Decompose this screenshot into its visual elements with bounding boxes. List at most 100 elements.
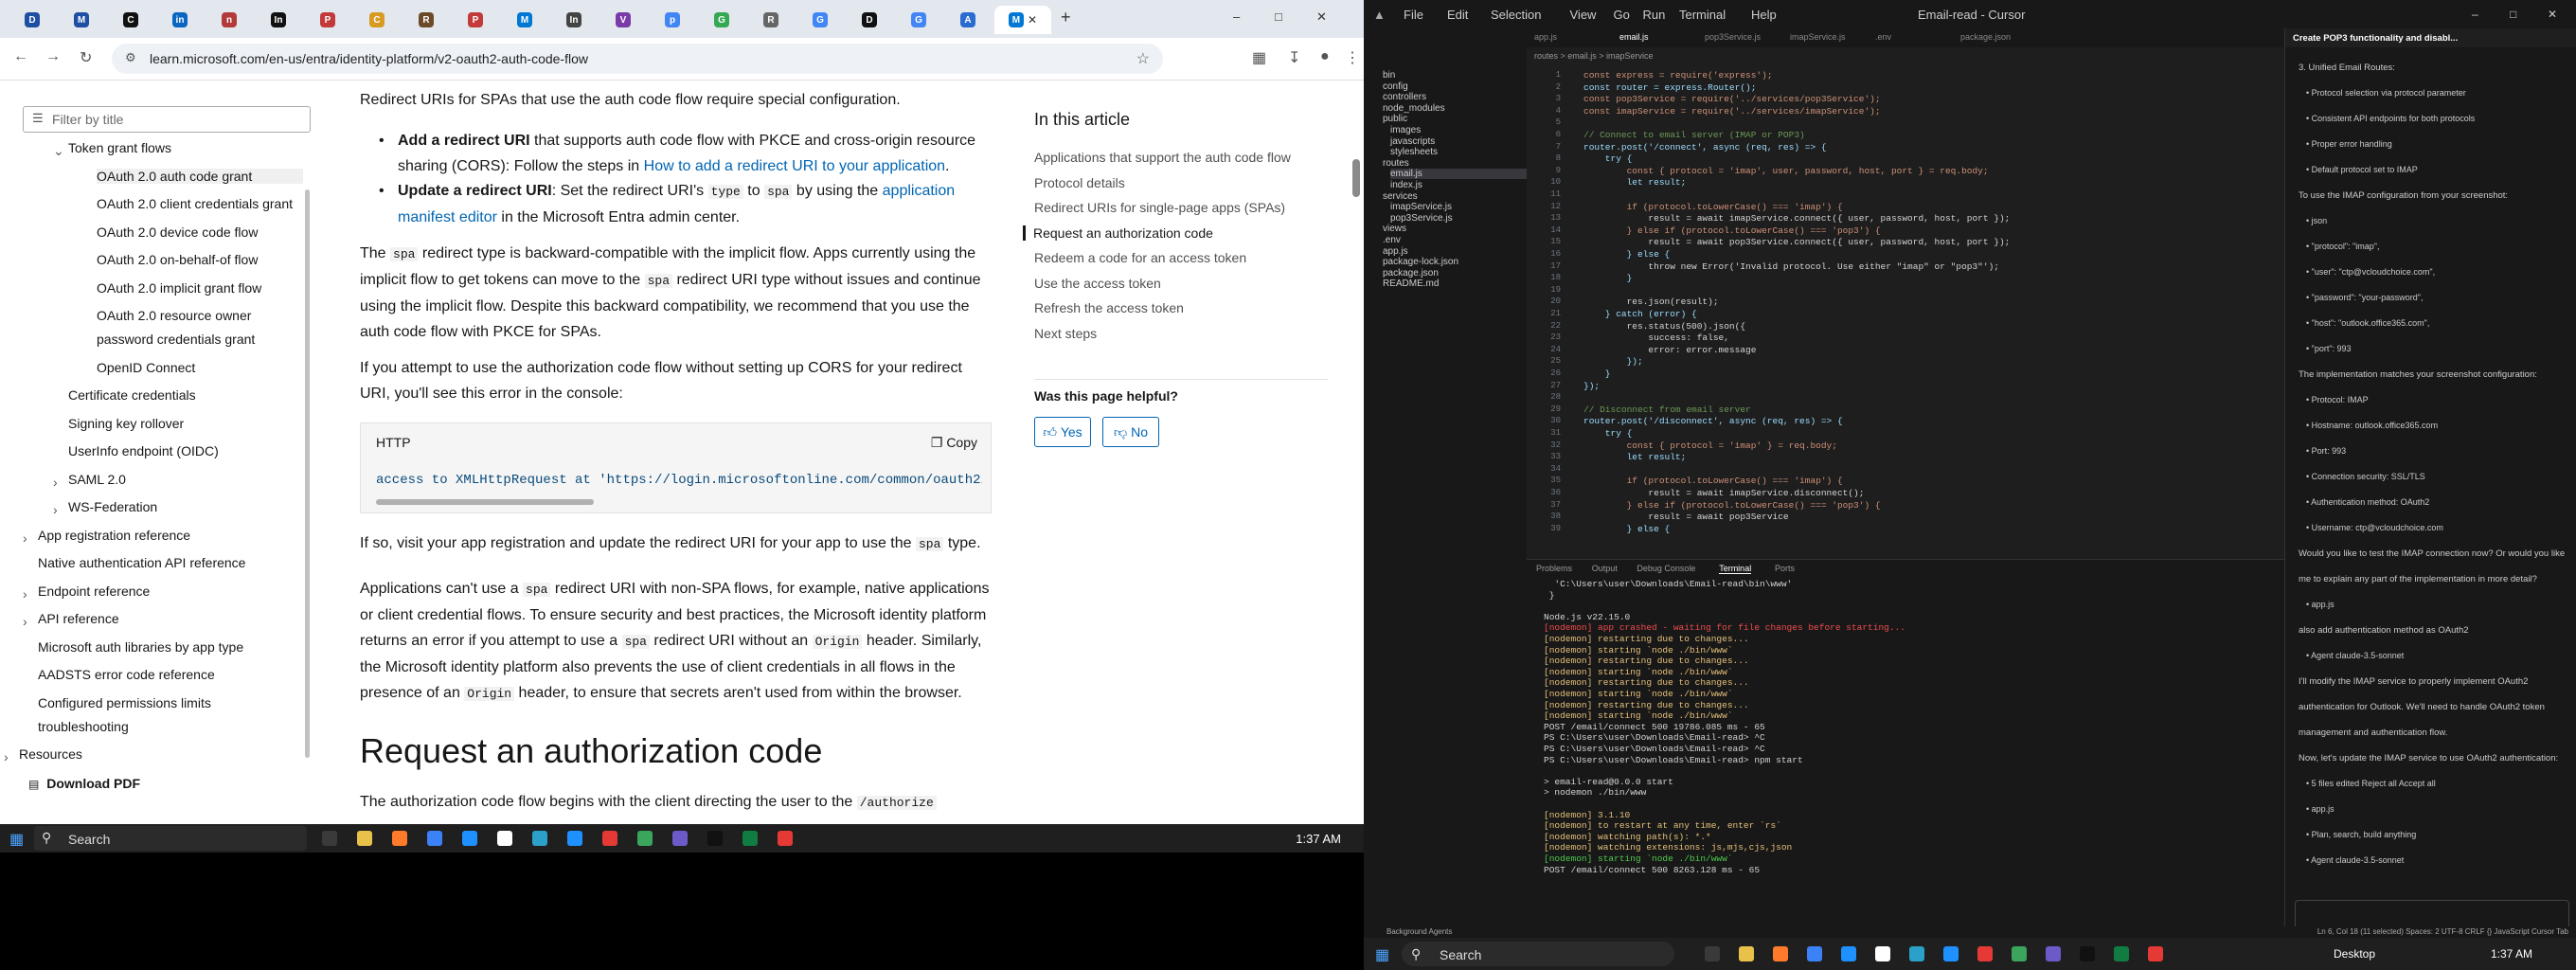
nav-item[interactable]: Resources	[19, 746, 82, 762]
chevron-right-icon[interactable]: ›	[23, 614, 27, 629]
browser-tab[interactable]: R	[748, 6, 794, 34]
toc-link[interactable]: Refresh the access token	[1034, 300, 1184, 315]
forward-icon[interactable]: →	[45, 48, 61, 65]
nav-item[interactable]: Token grant flows	[68, 140, 171, 155]
minimize-icon[interactable]: –	[1233, 9, 1240, 24]
editor-tab[interactable]: email.js	[1619, 32, 1649, 42]
nav-item[interactable]: API reference	[38, 611, 119, 626]
nav-item[interactable]: Signing key rollover	[68, 416, 184, 431]
code-line[interactable]: error: error.message	[1583, 345, 1756, 355]
code-line[interactable]: } catch (error) {	[1583, 309, 1697, 319]
toc-link[interactable]: Next steps	[1034, 326, 1097, 341]
explorer-item[interactable]: index.js	[1390, 180, 1422, 190]
code-line[interactable]: throw new Error('Invalid protocol. Use e…	[1583, 261, 1999, 272]
taskbar-app-icon[interactable]	[2148, 946, 2163, 961]
panel-tab[interactable]: Problems	[1536, 564, 1572, 573]
explorer-item[interactable]: package.json	[1383, 268, 1439, 278]
code-line[interactable]: } else if (protocol.toLowerCase() === 'p…	[1583, 225, 1881, 236]
taskbar-app-icon[interactable]	[392, 831, 407, 846]
explorer-item[interactable]: javascripts	[1390, 136, 1435, 147]
toc-link[interactable]: Redirect URIs for single-page apps (SPAs…	[1034, 200, 1285, 215]
code-line[interactable]: }	[1583, 273, 1633, 283]
nav-item[interactable]: Certificate credentials	[68, 387, 196, 403]
browser-tab[interactable]: n	[206, 6, 252, 34]
code-line[interactable]: // Disconnect from email server	[1583, 404, 1751, 415]
sidebar-scrollbar[interactable]	[305, 189, 310, 758]
taskbar-app-icon[interactable]	[742, 831, 758, 846]
code-line[interactable]: try {	[1583, 428, 1633, 439]
reload-icon[interactable]: ↻	[80, 48, 92, 67]
taskbar-app-icon[interactable]	[1909, 946, 1924, 961]
explorer-item[interactable]: email.js	[1390, 169, 1532, 180]
code-line[interactable]: res.status(500).json({	[1583, 321, 1745, 332]
explorer-item[interactable]: app.js	[1383, 246, 1408, 257]
code-line[interactable]: // Connect to email server (IMAP or POP3…	[1583, 130, 1805, 140]
explorer-item[interactable]: config	[1383, 81, 1408, 92]
browser-tab[interactable]: M ✕	[994, 6, 1051, 34]
browser-tab[interactable]: P	[453, 6, 498, 34]
close-icon[interactable]: ✕	[2548, 8, 2557, 21]
chevron-right-icon[interactable]: ›	[23, 530, 27, 546]
maximize-icon[interactable]: □	[1275, 9, 1282, 24]
minimize-icon[interactable]: –	[2472, 8, 2478, 21]
code-editor[interactable]: 1 const express = require('express'); 2 con…	[1527, 63, 2313, 555]
back-icon[interactable]: ←	[13, 48, 28, 65]
taskbar-app-icon[interactable]	[602, 831, 617, 846]
chevron-right-icon[interactable]: ›	[23, 586, 27, 602]
panel-tab[interactable]: Ports	[1775, 564, 1795, 573]
download-pdf-link[interactable]: ▤ Download PDF	[28, 776, 140, 791]
explorer-item[interactable]: package-lock.json	[1383, 257, 1458, 267]
code-line[interactable]: } else if (protocol.toLowerCase() === 'p…	[1583, 500, 1881, 511]
site-info-icon[interactable]: ⚙	[125, 50, 136, 65]
menu-item[interactable]: Selection	[1491, 8, 1541, 22]
browser-tab[interactable]: In	[256, 6, 301, 34]
taskbar-app-icon[interactable]	[1807, 946, 1822, 961]
taskbar-app-icon[interactable]	[427, 831, 442, 846]
taskbar-app-icon[interactable]	[1705, 946, 1720, 961]
taskbar-search[interactable]: ⚲ Search	[1402, 942, 1674, 966]
code-line[interactable]: result = await imapService.connect({ use…	[1583, 213, 2010, 224]
code-line[interactable]: const pop3Service = require('../services…	[1583, 94, 1881, 104]
panel-tab[interactable]: Output	[1592, 564, 1618, 573]
taskbar-app-icon[interactable]	[2012, 946, 2027, 961]
code-line[interactable]: result = await imapService.disconnect();	[1583, 488, 1864, 498]
code-line[interactable]: router.post('/disconnect', async (req, r…	[1583, 416, 1843, 426]
browser-tab[interactable]: C	[108, 6, 153, 34]
close-icon[interactable]: ✕	[1316, 9, 1327, 25]
browser-tab[interactable]: R	[403, 6, 449, 34]
toc-link[interactable]: Use the access token	[1034, 276, 1161, 291]
profile-icon[interactable]: ●	[1320, 48, 1330, 65]
no-button[interactable]: 👎︎ No	[1102, 417, 1159, 447]
explorer-item[interactable]: views	[1383, 224, 1406, 234]
taskbar-app-icon[interactable]	[1943, 946, 1959, 961]
nav-item[interactable]: Endpoint reference	[38, 584, 150, 599]
menu-item[interactable]: Terminal	[1679, 8, 1726, 22]
taskbar-app-icon[interactable]	[567, 831, 582, 846]
taskbar-app-icon[interactable]	[778, 831, 793, 846]
browser-tab[interactable]: V	[600, 6, 646, 34]
nav-item[interactable]: OAuth 2.0 implicit grant flow	[97, 280, 261, 296]
browser-tab[interactable]: p	[650, 6, 695, 34]
taskbar-app-icon[interactable]	[672, 831, 688, 846]
explorer-item[interactable]: images	[1390, 125, 1421, 135]
windows-start-icon[interactable]: ▦	[1375, 945, 1389, 964]
new-tab-button[interactable]: +	[1061, 8, 1071, 27]
windows-start-icon[interactable]: ▦	[9, 830, 24, 849]
code-scrollbar[interactable]	[376, 499, 594, 505]
nav-item[interactable]: Microsoft auth libraries by app type	[38, 639, 243, 655]
code-line[interactable]: router.post('/connect', async (req, res)…	[1583, 142, 1827, 153]
explorer-item[interactable]: node_modules	[1383, 103, 1445, 114]
taskbar-search[interactable]: ⚲ Search	[34, 826, 307, 851]
browser-tab[interactable]: G	[896, 6, 941, 34]
nav-item[interactable]: troubleshooting	[38, 719, 129, 734]
code-line[interactable]: const express = require('express');	[1583, 70, 1773, 81]
editor-tab[interactable]: pop3Service.js	[1705, 32, 1761, 42]
browser-tab[interactable]: M	[59, 6, 104, 34]
chevron-right-icon[interactable]: ›	[53, 475, 58, 490]
code-line[interactable]: const router = express.Router();	[1583, 82, 1756, 93]
nav-item[interactable]: OpenID Connect	[97, 360, 195, 375]
browser-tab[interactable]: G	[699, 6, 744, 34]
editor-tab[interactable]: .env	[1875, 32, 1891, 42]
explorer-item[interactable]: imapService.js	[1390, 202, 1452, 212]
chevron-down-icon[interactable]: ⌄	[53, 143, 64, 159]
